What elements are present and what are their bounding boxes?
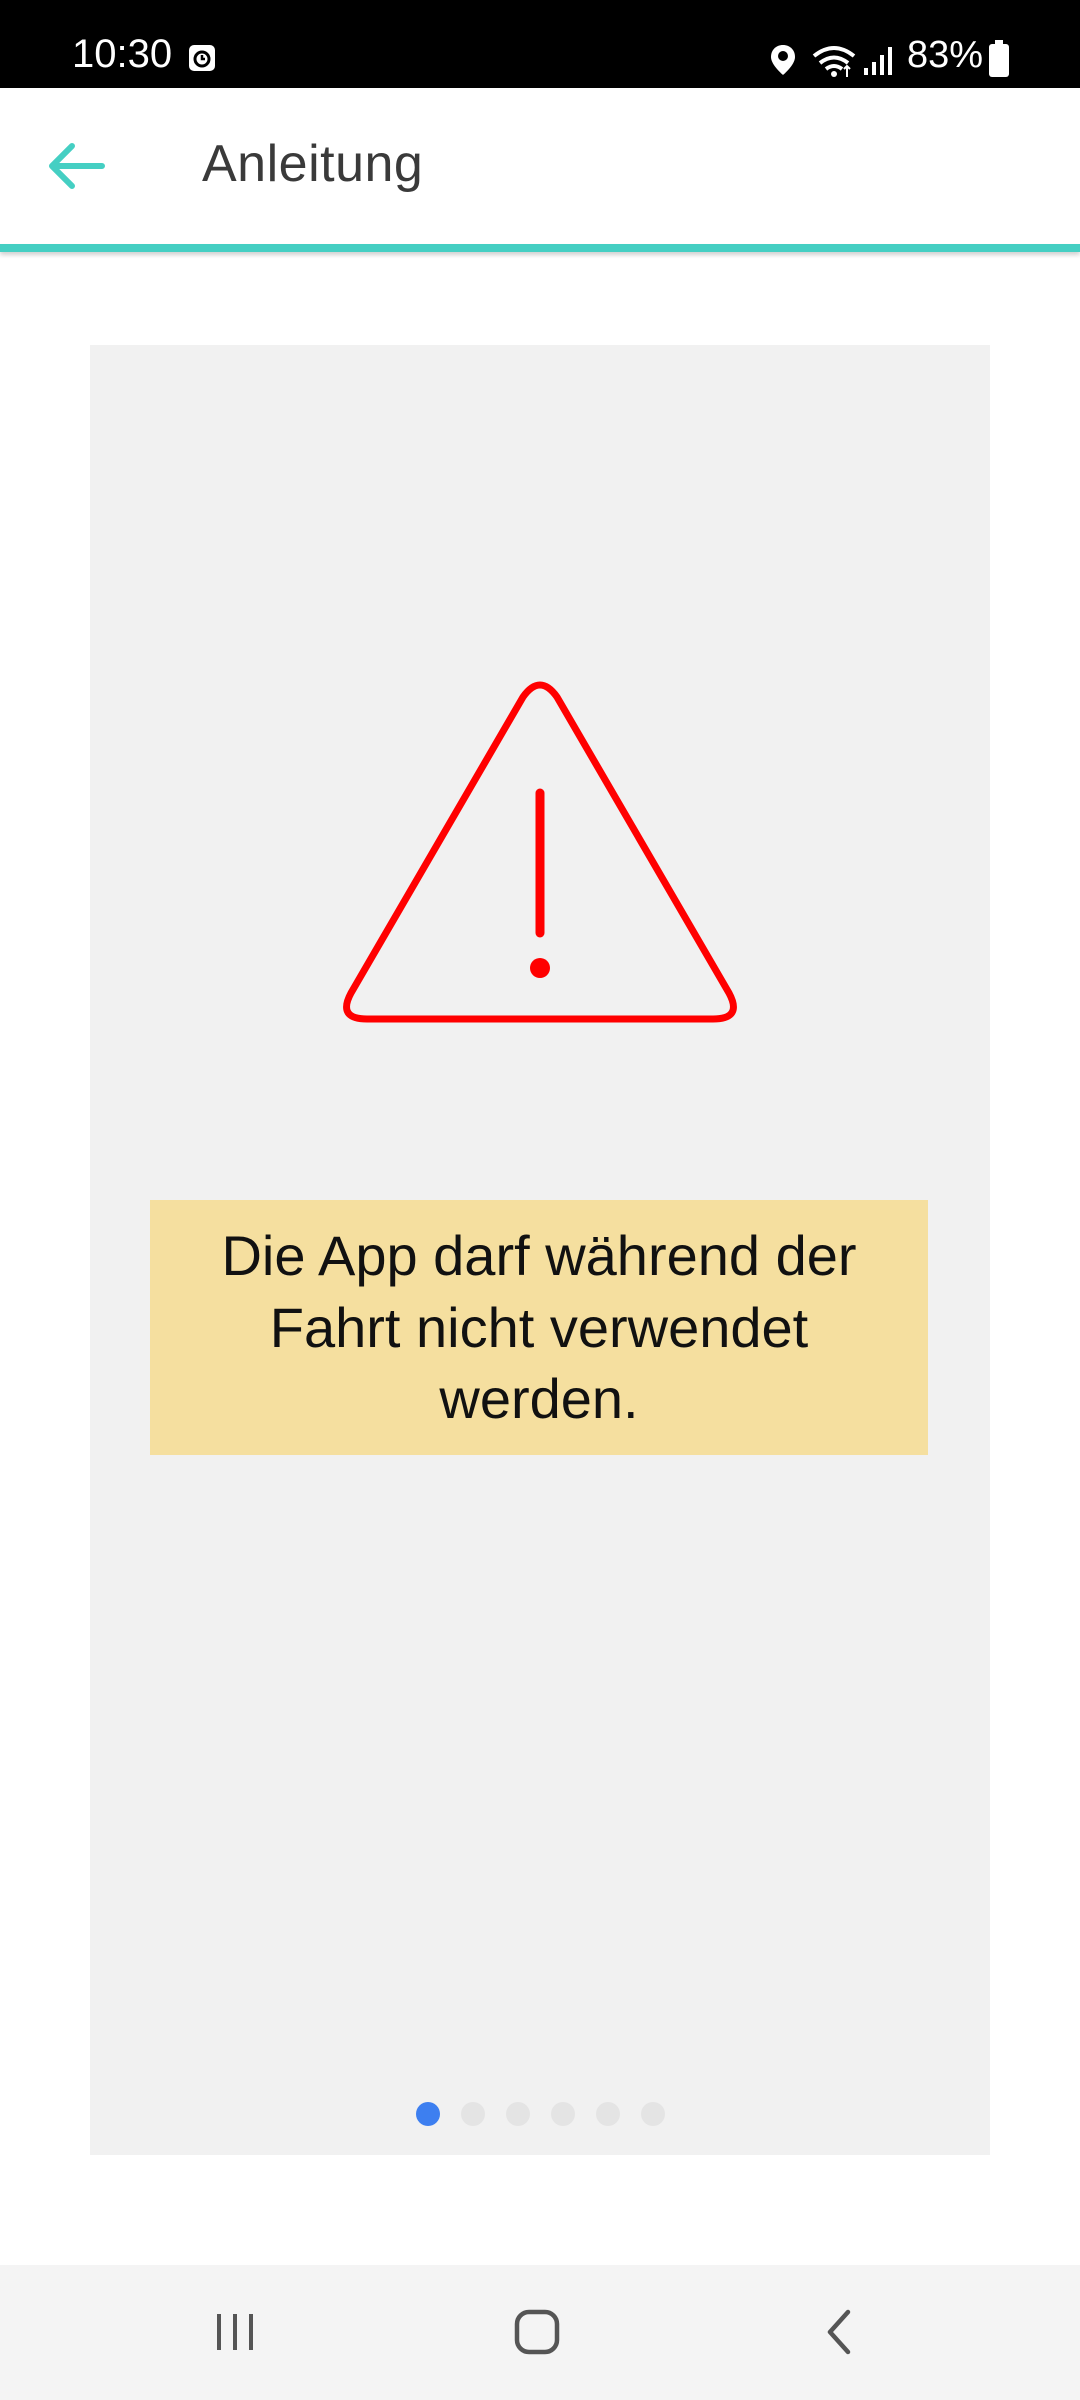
wifi-icon [811, 44, 857, 83]
back-icon [827, 2309, 851, 2355]
alarm-icon [188, 44, 216, 77]
warning-message: Die App darf während der Fahrt nicht ver… [221, 1223, 857, 1431]
back-nav-button[interactable] [790, 2287, 890, 2377]
instruction-slide[interactable]: Die App darf während der Fahrt nicht ver… [90, 345, 990, 2155]
page-dot-1[interactable] [415, 2102, 440, 2126]
warning-triangle-icon [343, 681, 737, 1023]
signal-icon [862, 44, 894, 81]
page-dot-3[interactable] [505, 2102, 530, 2126]
arrow-left-icon [49, 143, 105, 189]
warning-message-box: Die App darf während der Fahrt nicht ver… [150, 1200, 928, 1455]
recents-icon [217, 2314, 253, 2350]
location-icon [770, 44, 796, 81]
battery-icon [988, 40, 1010, 83]
page-dot-4[interactable] [550, 2102, 575, 2126]
app-bar-divider [0, 244, 1080, 252]
status-time: 10:30 [72, 32, 173, 76]
page-dot-2[interactable] [460, 2102, 485, 2126]
page-indicator [90, 2102, 990, 2126]
back-button[interactable] [36, 124, 120, 208]
home-icon [514, 2309, 560, 2355]
app-bar: Anleitung [0, 88, 1080, 244]
battery-percentage: 83% [907, 34, 984, 76]
page-dot-6[interactable] [640, 2102, 665, 2126]
system-navigation-bar [0, 2265, 1080, 2400]
recents-button[interactable] [185, 2287, 285, 2377]
page-title: Anleitung [202, 135, 424, 193]
status-bar: 10:30 83% [0, 0, 1080, 88]
home-button[interactable] [487, 2287, 587, 2377]
page-dot-5[interactable] [595, 2102, 620, 2126]
